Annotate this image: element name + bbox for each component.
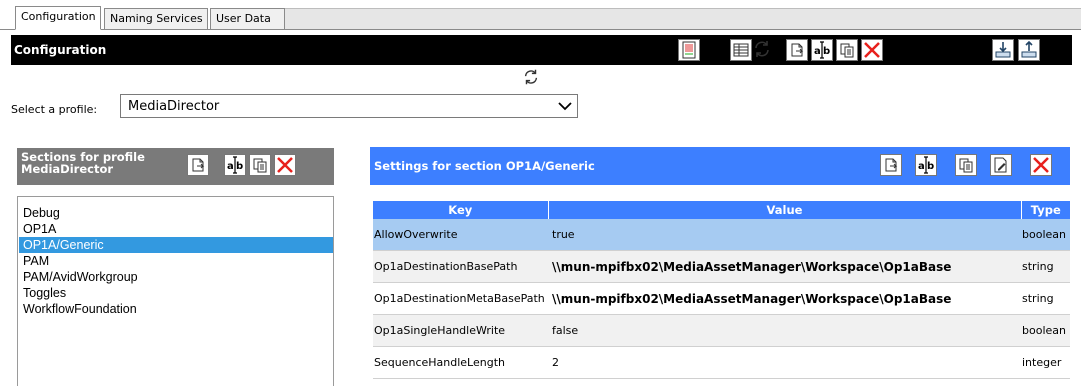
section-copy-icon[interactable] — [249, 154, 271, 176]
list-item-op1a[interactable]: OP1A — [19, 221, 333, 237]
list-item-pam[interactable]: PAM — [19, 253, 333, 269]
cell-value: \\mun-mpifbx02\MediaAssetManager\Workspa… — [548, 250, 1021, 283]
tab-bar-divider — [0, 29, 1081, 30]
table-row[interactable]: Op1aSingleHandleWrite false boolean — [373, 314, 1070, 347]
setting-delete-icon[interactable] — [1030, 154, 1052, 176]
configuration-header: Configuration — [11, 35, 1072, 65]
tab-naming-services[interactable]: Naming Services — [104, 8, 208, 29]
cell-key: Op1aSingleHandleWrite — [373, 314, 548, 347]
tab-user-data[interactable]: User Data — [210, 8, 285, 29]
section-delete-icon[interactable] — [274, 154, 296, 176]
section-new-icon[interactable] — [187, 154, 209, 176]
rename-icon[interactable] — [811, 39, 833, 61]
cell-type: string — [1021, 282, 1070, 315]
cell-key: SequenceHandleLength — [373, 346, 548, 379]
cell-type: boolean — [1021, 219, 1070, 251]
sections-header: Sections for profile MediaDirector — [17, 148, 334, 185]
profile-select[interactable]: MediaDirector — [120, 94, 578, 118]
column-header-type[interactable]: Type — [1021, 201, 1070, 219]
table-row[interactable]: Op1aDestinationMetaBasePath \\mun-mpifbx… — [373, 282, 1070, 315]
setting-copy-icon[interactable] — [955, 154, 977, 176]
cell-type: string — [1021, 250, 1070, 283]
setting-new-icon[interactable] — [880, 154, 902, 176]
table-row[interactable]: SequenceHandleLength 2 integer — [373, 346, 1070, 379]
settings-table: Key Value Type AllowOverwrite true boole… — [373, 201, 1070, 379]
column-header-key[interactable]: Key — [373, 201, 549, 219]
tab-bar: Configuration Naming Services User Data — [0, 0, 1081, 30]
copy-icon[interactable] — [836, 39, 858, 61]
table-icon[interactable] — [730, 39, 752, 61]
tab-configuration[interactable]: Configuration — [15, 6, 101, 30]
tab-bar-fill — [285, 8, 1081, 30]
table-row[interactable]: Op1aDestinationBasePath \\mun-mpifbx02\M… — [373, 250, 1070, 283]
sections-list[interactable]: Debug OP1A OP1A/Generic PAM PAM/AvidWork… — [17, 196, 334, 386]
setting-edit-icon[interactable] — [990, 154, 1012, 176]
cell-value: true — [548, 219, 1021, 251]
cell-value: \\mun-mpifbx02\MediaAssetManager\Workspa… — [548, 282, 1021, 315]
delete-icon[interactable] — [861, 39, 883, 61]
settings-header: Settings for section OP1A/Generic — [370, 147, 1070, 185]
cell-key: AllowOverwrite — [373, 219, 548, 251]
cell-value: 2 — [548, 346, 1021, 379]
new-icon[interactable] — [786, 39, 808, 61]
profile-label: Select a profile: — [11, 103, 98, 116]
refresh-config-icon[interactable] — [752, 39, 774, 61]
cell-value: false — [548, 314, 1021, 347]
table-header-row: Key Value Type — [373, 201, 1070, 219]
export-icon[interactable] — [1018, 39, 1040, 61]
list-item-debug[interactable]: Debug — [19, 205, 333, 221]
sections-title: Sections for profile MediaDirector — [21, 150, 145, 176]
cell-key: Op1aDestinationMetaBasePath — [373, 282, 548, 315]
table-row[interactable]: AllowOverwrite true boolean — [373, 219, 1070, 251]
header-title: Configuration — [14, 43, 107, 57]
cell-key: Op1aDestinationBasePath — [373, 250, 548, 283]
settings-title: Settings for section OP1A/Generic — [374, 159, 595, 173]
cell-type: integer — [1021, 346, 1070, 379]
list-item-pam-avidworkgroup[interactable]: PAM/AvidWorkgroup — [19, 269, 333, 285]
list-item-workflowfoundation[interactable]: WorkflowFoundation — [19, 301, 333, 317]
section-rename-icon[interactable] — [224, 154, 246, 176]
column-header-value[interactable]: Value — [548, 201, 1022, 219]
list-item-op1a-generic[interactable]: OP1A/Generic — [19, 237, 333, 253]
import-icon[interactable] — [992, 39, 1014, 61]
chevron-down-icon — [558, 102, 572, 111]
setting-rename-icon[interactable] — [915, 154, 937, 176]
list-item-toggles[interactable]: Toggles — [19, 285, 333, 301]
report-icon[interactable] — [678, 39, 700, 61]
cell-type: boolean — [1021, 314, 1070, 347]
refresh-profile-icon[interactable] — [522, 68, 540, 86]
profile-select-value: MediaDirector — [128, 99, 220, 114]
